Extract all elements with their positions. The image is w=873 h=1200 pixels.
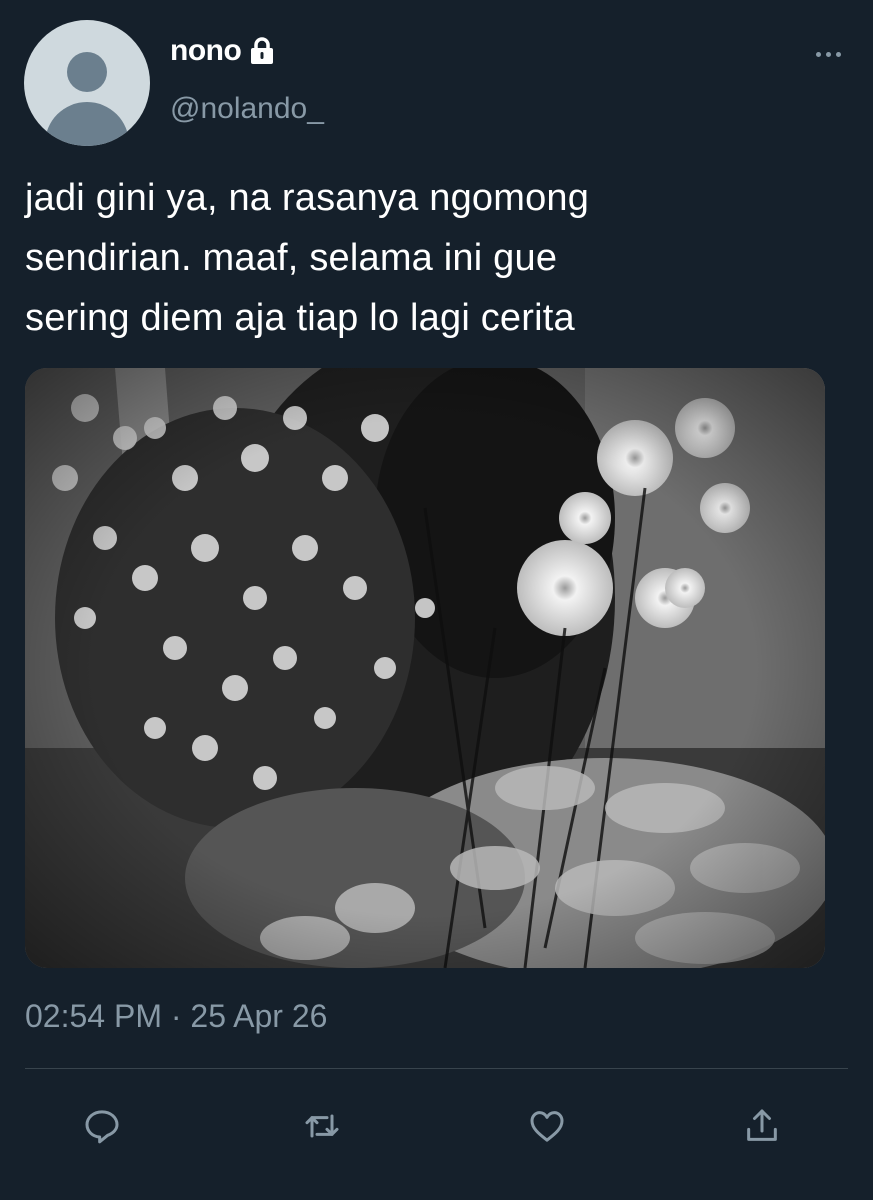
tweet-photo[interactable] (25, 368, 825, 968)
display-name[interactable]: nono (170, 34, 242, 68)
like-button[interactable] (525, 1104, 569, 1148)
heart-icon (530, 1111, 564, 1142)
more-dot (826, 52, 831, 57)
reply-icon (85, 1110, 119, 1144)
more-dot (836, 52, 841, 57)
tweet-timestamp[interactable]: 02:54 PM · 25 Apr 26 (25, 998, 327, 1035)
tweet-text: jadi gini ya, na rasanya ngomong sendiri… (25, 177, 590, 339)
display-name-row[interactable]: nono (170, 34, 275, 68)
avatar[interactable] (24, 20, 150, 146)
divider (25, 1068, 848, 1069)
more-dot (816, 52, 821, 57)
retweet-icon (305, 1114, 339, 1138)
reply-button[interactable] (80, 1104, 124, 1148)
flower-photo (25, 368, 825, 968)
share-icon (747, 1109, 777, 1141)
share-button[interactable] (740, 1104, 784, 1148)
handle[interactable]: @nolando_ (170, 92, 324, 126)
retweet-button[interactable] (300, 1104, 344, 1148)
avatar-head (67, 52, 107, 92)
avatar-body (45, 102, 129, 146)
more-icon[interactable] (816, 52, 841, 57)
lock-icon (249, 37, 275, 65)
